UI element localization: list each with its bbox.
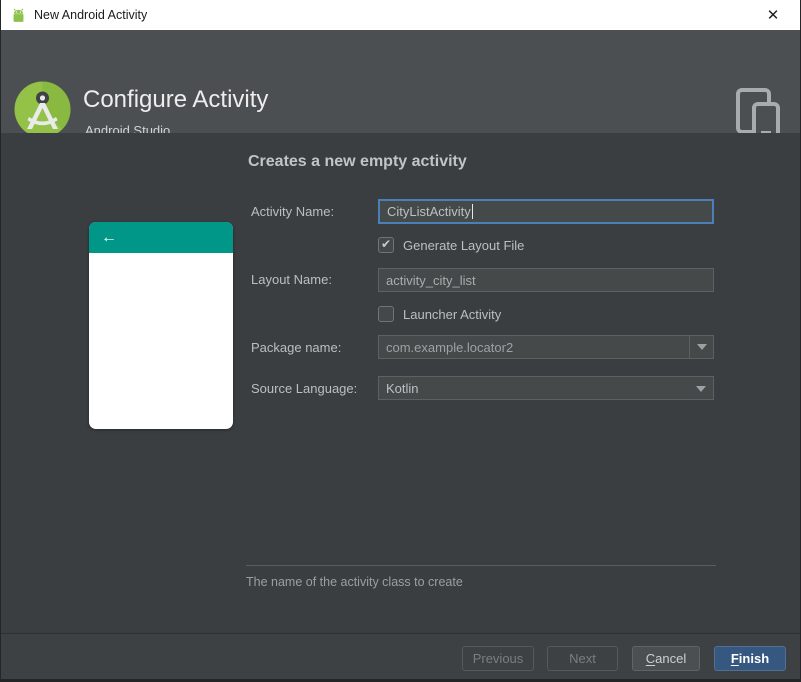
cancel-mnemonic: C xyxy=(645,651,656,666)
next-button[interactable]: Next xyxy=(547,646,618,671)
checkmark-icon: ✔ xyxy=(380,237,392,251)
hint-separator xyxy=(246,565,716,566)
title-bar: New Android Activity ✕ xyxy=(1,0,800,30)
wizard-header: Configure Activity Android Studio xyxy=(1,30,800,142)
package-name-combobox[interactable]: com.example.locator2 xyxy=(378,335,714,359)
activity-name-label: Activity Name: xyxy=(251,204,335,219)
launcher-activity-checkbox-row[interactable]: Launcher Activity xyxy=(378,306,501,322)
dialog-footer: Previous Next Cancel Finish xyxy=(1,633,800,682)
cancel-button[interactable]: Cancel xyxy=(632,646,700,671)
source-language-label: Source Language: xyxy=(251,381,358,396)
activity-name-value: CityListActivity xyxy=(387,204,471,219)
close-icon[interactable]: ✕ xyxy=(756,0,790,30)
text-caret xyxy=(471,204,473,219)
android-head-icon xyxy=(10,7,27,24)
launcher-activity-checkbox[interactable] xyxy=(378,306,394,322)
source-language-value: Kotlin xyxy=(386,380,419,396)
finish-button[interactable]: Finish xyxy=(714,646,786,671)
preview-appbar: ← xyxy=(89,222,233,253)
source-language-dropdown[interactable]: Kotlin xyxy=(378,376,714,400)
generate-layout-checkbox[interactable]: ✔ xyxy=(378,237,394,253)
android-studio-logo-icon xyxy=(14,81,71,138)
activity-name-input[interactable]: CityListActivity xyxy=(378,199,714,224)
package-name-dropdown-button[interactable] xyxy=(689,336,713,358)
window-title: New Android Activity xyxy=(34,8,148,22)
generate-layout-label: Generate Layout File xyxy=(403,237,525,253)
package-name-value: com.example.locator2 xyxy=(386,339,514,355)
wizard-title: Configure Activity xyxy=(83,86,269,113)
layout-name-value: activity_city_list xyxy=(386,272,476,288)
finish-label-rest: inish xyxy=(738,651,770,666)
new-android-activity-dialog: New Android Activity ✕ Configure Activit… xyxy=(0,0,801,682)
layout-name-label: Layout Name: xyxy=(251,272,332,287)
field-hint-text: The name of the activity class to create xyxy=(246,575,463,589)
activity-preview-thumbnail: ← xyxy=(89,222,233,429)
back-arrow-icon: ← xyxy=(101,228,117,246)
chevron-down-icon xyxy=(696,386,706,392)
layout-name-input[interactable]: activity_city_list xyxy=(378,268,714,292)
package-name-label: Package name: xyxy=(251,340,342,355)
generate-layout-checkbox-row[interactable]: ✔ Generate Layout File xyxy=(378,237,524,253)
chevron-down-icon xyxy=(696,344,707,350)
launcher-activity-label: Launcher Activity xyxy=(403,306,502,322)
finish-mnemonic: F xyxy=(730,651,739,666)
previous-button[interactable]: Previous xyxy=(462,646,534,671)
step-heading: Creates a new empty activity xyxy=(248,153,467,170)
cancel-label-rest: ancel xyxy=(655,651,687,666)
wizard-body: Creates a new empty activity ← Activity … xyxy=(1,133,800,633)
